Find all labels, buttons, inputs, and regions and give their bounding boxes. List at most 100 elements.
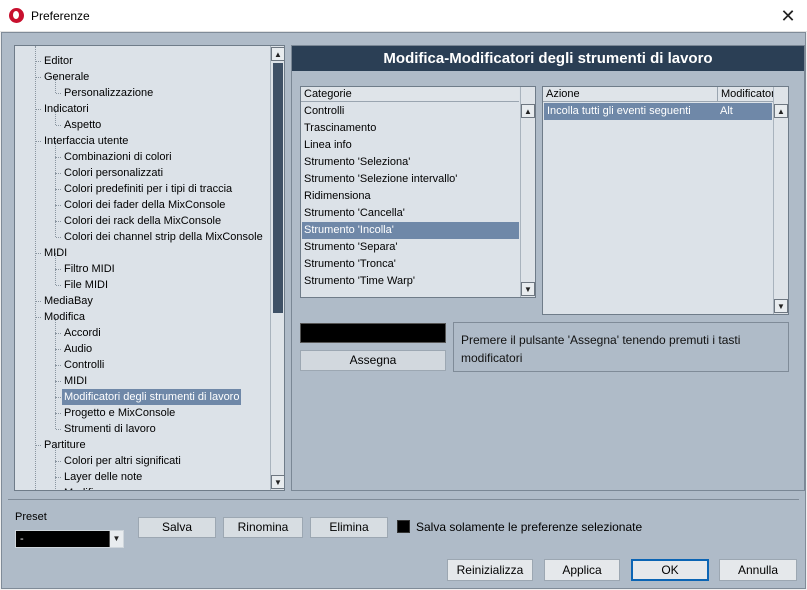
- category-item[interactable]: Strumento 'Cancella': [302, 205, 519, 222]
- scroll-down-icon[interactable]: ▼: [774, 299, 788, 313]
- scroll-up-icon[interactable]: ▲: [521, 104, 535, 118]
- tree-subitem[interactable]: Colori dei channel strip della MixConsol…: [62, 229, 265, 245]
- category-item[interactable]: Strumento 'Incolla': [302, 222, 519, 239]
- tree-branch-line: [36, 445, 41, 446]
- preset-select[interactable]: - ▼: [15, 530, 124, 548]
- preset-value: -: [20, 533, 24, 545]
- tree-branch-line: [56, 429, 61, 430]
- tree-category[interactable]: Partiture: [42, 437, 88, 453]
- tree-subitem[interactable]: Colori dei rack della MixConsole: [62, 213, 223, 229]
- tree-subitem[interactable]: File MIDI: [62, 277, 110, 293]
- delete-preset-button[interactable]: Elimina: [310, 517, 388, 538]
- tree-subitem[interactable]: Colori per altri significati: [62, 453, 183, 469]
- tree-subitem[interactable]: Strumenti di lavoro: [62, 421, 158, 437]
- category-item[interactable]: Strumento 'Selezione intervallo': [302, 171, 519, 188]
- tree-branch-line: [36, 301, 41, 302]
- tree-branch-line: [36, 109, 41, 110]
- panel-title: Modifica-Modificatori degli strumenti di…: [292, 46, 804, 71]
- save-only-checkbox[interactable]: [397, 520, 410, 533]
- tree-subitem[interactable]: Colori dei fader della MixConsole: [62, 197, 227, 213]
- tree-guide-line: [55, 173, 56, 189]
- tree-branch-line: [36, 61, 41, 62]
- preferences-tree[interactable]: Editor Generale Personalizzazione Indicator…: [14, 45, 285, 491]
- cancel-button[interactable]: Annulla: [719, 559, 797, 581]
- tree-subitem[interactable]: Personalizzazione: [62, 85, 155, 101]
- close-icon[interactable]: ✕: [775, 4, 801, 28]
- scrollbar-thumb[interactable]: [273, 63, 283, 313]
- tree-branch-line: [36, 77, 41, 78]
- hint-text: Premere il pulsante 'Assegna' tenendo pr…: [453, 322, 789, 372]
- tree-guide-line: [55, 189, 56, 205]
- tree-guide-line: [55, 397, 56, 413]
- scroll-up-icon[interactable]: ▲: [774, 104, 788, 118]
- tree-category[interactable]: MediaBay: [42, 293, 95, 309]
- tree-branch-line: [56, 365, 61, 366]
- actions-scrollbar[interactable]: ▲ ▼: [773, 87, 788, 314]
- chevron-down-icon[interactable]: ▼: [109, 531, 123, 547]
- tree-category[interactable]: Modifica: [42, 309, 87, 325]
- tree-category[interactable]: Generale: [42, 69, 91, 85]
- tree-subitem[interactable]: MIDI: [62, 373, 89, 389]
- tree-subitem[interactable]: Combinazioni di colori: [62, 149, 174, 165]
- reset-button[interactable]: Reinizializza: [447, 559, 533, 581]
- tree-guide-line: [55, 349, 56, 365]
- categories-list[interactable]: Categorie Controlli Trascinamento Linea in…: [300, 86, 536, 298]
- tree-branch-line: [56, 349, 61, 350]
- tree-subitem[interactable]: Modifica: [62, 485, 107, 490]
- categories-scrollbar[interactable]: ▲ ▼: [520, 87, 535, 297]
- action-row[interactable]: Incolla tutti gli eventi seguenti Alt: [544, 103, 772, 120]
- categories-header: Categorie: [301, 87, 519, 102]
- rename-preset-button[interactable]: Rinomina: [223, 517, 303, 538]
- tree-branch-line: [56, 269, 61, 270]
- tree-branch-line: [56, 237, 61, 238]
- category-item[interactable]: Trascinamento: [302, 120, 519, 137]
- tree-branch-line: [56, 413, 61, 414]
- category-item[interactable]: Linea info: [302, 137, 519, 154]
- assign-button[interactable]: Assegna: [300, 350, 446, 371]
- tree-branch-line: [56, 157, 61, 158]
- category-item[interactable]: Strumento 'Seleziona': [302, 154, 519, 171]
- tree-guide-line: [35, 46, 36, 490]
- tree-branch-line: [56, 381, 61, 382]
- tree-guide-line: [55, 205, 56, 221]
- scroll-up-icon[interactable]: ▲: [271, 47, 284, 61]
- scroll-down-icon[interactable]: ▼: [271, 475, 284, 489]
- ok-button[interactable]: OK: [631, 559, 709, 581]
- save-preset-button[interactable]: Salva: [138, 517, 216, 538]
- tree-branch-line: [36, 253, 41, 254]
- actions-list[interactable]: Azione Modificatori Incolla tutti gli ev…: [542, 86, 789, 315]
- modifier-key-field[interactable]: [300, 323, 446, 343]
- tree-category[interactable]: MIDI: [42, 245, 69, 261]
- tree-subitem[interactable]: Colori predefiniti per i tipi di traccia: [62, 181, 234, 197]
- tree-category[interactable]: Interfaccia utente: [42, 133, 130, 149]
- apply-button[interactable]: Applica: [544, 559, 620, 581]
- category-item[interactable]: Strumento 'Time Warp': [302, 273, 519, 290]
- tree-branch-line: [56, 173, 61, 174]
- tree-branch-line: [56, 397, 61, 398]
- action-modifier: Alt: [720, 105, 733, 117]
- tree-subitem[interactable]: Filtro MIDI: [62, 261, 117, 277]
- tree-guide-line: [55, 269, 56, 285]
- tree-subitem[interactable]: Progetto e MixConsole: [62, 405, 177, 421]
- tree-subitem[interactable]: Accordi: [62, 325, 103, 341]
- tree-scrollbar[interactable]: ▲ ▼: [270, 46, 284, 490]
- title-bar: [0, 0, 807, 32]
- category-item[interactable]: Strumento 'Separa': [302, 239, 519, 256]
- tree-category[interactable]: Indicatori: [42, 101, 91, 117]
- tree-subitem[interactable]: Aspetto: [62, 117, 103, 133]
- tree-subitem[interactable]: Audio: [62, 341, 94, 357]
- category-item[interactable]: Ridimensiona: [302, 188, 519, 205]
- tree-subitem[interactable]: Colori personalizzati: [62, 165, 165, 181]
- save-only-label: Salva solamente le preferenze selezionat…: [416, 520, 643, 534]
- tree-subitem[interactable]: Layer delle note: [62, 469, 144, 485]
- window-title: Preferenze: [31, 9, 90, 23]
- category-item[interactable]: Strumento 'Tronca': [302, 256, 519, 273]
- tree-subitem[interactable]: Modificatori degli strumenti di lavoro: [62, 389, 242, 405]
- scroll-down-icon[interactable]: ▼: [521, 282, 535, 296]
- tree-guide-line: [55, 477, 56, 490]
- tree-branch-line: [56, 461, 61, 462]
- category-item[interactable]: Controlli: [302, 103, 519, 120]
- tree-subitem[interactable]: Controlli: [62, 357, 106, 373]
- tree-category[interactable]: Editor: [42, 53, 75, 69]
- tree-guide-line: [55, 381, 56, 397]
